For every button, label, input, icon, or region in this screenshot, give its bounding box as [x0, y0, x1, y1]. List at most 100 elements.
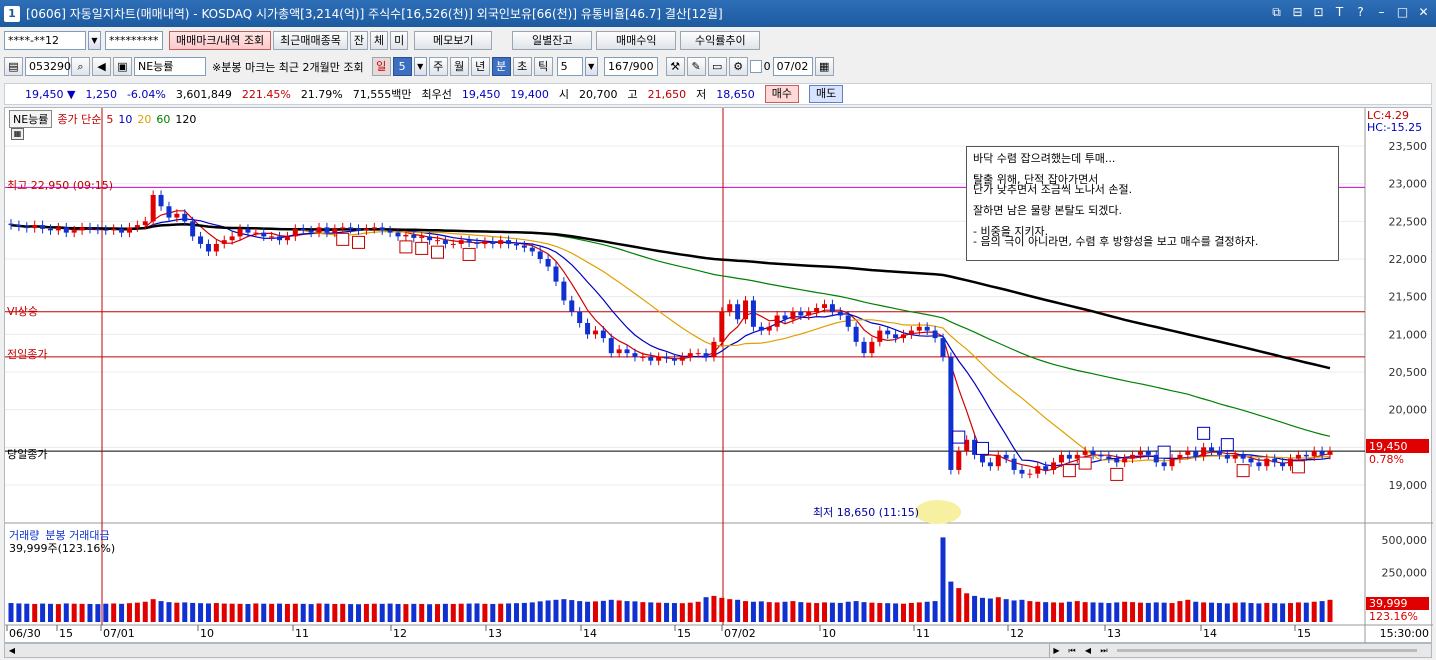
period-month-button[interactable]: 월 — [449, 57, 469, 76]
gear-icon[interactable]: ⚙ — [728, 57, 748, 76]
return-trend-button[interactable]: 수익률추이 — [680, 31, 761, 50]
candle — [1043, 466, 1049, 470]
volume-bar — [95, 604, 101, 622]
candle — [1027, 473, 1033, 475]
minimize-icon[interactable]: – — [1373, 4, 1390, 21]
unexecuted-button[interactable]: 미 — [390, 31, 409, 50]
search-icon[interactable]: ⌕ — [71, 57, 90, 76]
low-label: 저 — [696, 88, 707, 101]
prev-stock-icon[interactable]: ◀ — [92, 57, 111, 76]
period-week-button[interactable]: 주 — [428, 57, 448, 76]
data-table-icon[interactable]: ▦ — [11, 128, 24, 140]
maximize-icon[interactable]: □ — [1394, 4, 1411, 21]
candle — [664, 356, 670, 359]
volume-bar — [624, 601, 630, 622]
candle — [435, 240, 441, 242]
memo-view-button[interactable]: 메모보기 — [414, 31, 493, 50]
save-icon[interactable]: ▭ — [707, 57, 727, 76]
memo-box[interactable]: 바닥 수렴 잡으려했는데 투매... 탈출 위해, 단적 잡아가면서 단가 낮추… — [966, 146, 1339, 261]
period-value-button[interactable]: 5 — [392, 57, 412, 76]
price-tick: 22,500 — [1389, 215, 1428, 228]
volume-bar — [158, 601, 164, 622]
scroll-prev-icon[interactable]: ◀ — [1081, 644, 1095, 657]
legend-ma-5[interactable]: 5 — [106, 113, 113, 126]
scroll-right-icon[interactable]: ▶ — [1049, 644, 1063, 657]
count-input[interactable]: 167/900 — [603, 57, 658, 76]
stock-code-input[interactable]: 053290 — [25, 57, 71, 76]
legend-ma-60[interactable]: 60 — [156, 113, 170, 126]
draw-icon[interactable]: ✎ — [686, 57, 706, 76]
volume-bar — [1240, 602, 1246, 622]
date-checkbox[interactable] — [749, 60, 762, 73]
close-icon[interactable]: ✕ — [1415, 4, 1432, 21]
candle — [750, 300, 756, 327]
candle — [711, 341, 717, 357]
account-dropdown-icon[interactable]: ▼ — [88, 31, 101, 50]
daily-balance-button[interactable]: 일별잔고 — [512, 31, 593, 50]
candle — [727, 304, 733, 312]
stock-toolbar: ▤ 053290 ⌕ ◀ ▣ NE능률 ※분봉 마크는 최근 2개월만 조회 일… — [0, 57, 1436, 76]
period-dropdown-icon[interactable]: ▼ — [413, 57, 427, 76]
buy-button[interactable]: 매수 — [764, 85, 799, 103]
legend-ma-10[interactable]: 10 — [118, 113, 132, 126]
legend-ma-120[interactable]: 120 — [175, 113, 196, 126]
date-input[interactable]: 07/02 — [772, 57, 813, 76]
chart-scrollbar[interactable]: ◀ ▶ ⏮ ◀ ⏭ — [4, 643, 1432, 658]
help-icon[interactable]: ? — [1352, 4, 1369, 21]
interval-input[interactable]: 5 — [556, 57, 583, 76]
chart-tools-icon[interactable]: ⚒ — [665, 57, 685, 76]
interval-dropdown-icon[interactable]: ▼ — [584, 57, 598, 76]
volume-bar — [1153, 602, 1159, 622]
candle — [198, 236, 204, 244]
memo-line: 잘하면 남은 물량 본탈도 되겠다. — [973, 204, 1123, 217]
candle — [237, 228, 243, 237]
candle — [719, 311, 725, 342]
scroll-start-icon[interactable]: ⏮ — [1065, 644, 1079, 657]
candle — [1327, 451, 1333, 455]
memo-line: 바닥 수렴 잡으려했는데 투매... — [973, 152, 1116, 165]
period-tick-button[interactable]: 틱 — [533, 57, 553, 76]
volume-bar — [908, 602, 914, 622]
legend-stock-name[interactable]: NE능률 — [9, 110, 53, 128]
candle — [545, 259, 551, 267]
balance-button[interactable]: 잔 — [349, 31, 369, 50]
trade-profit-button[interactable]: 매매수익 — [596, 31, 677, 50]
volume-bar — [111, 603, 117, 622]
volume-tick: 500,000 — [1382, 534, 1428, 547]
password-input[interactable]: ********* — [105, 31, 163, 50]
x-tick-label: 07/02 — [724, 627, 756, 640]
volume-bar — [205, 603, 211, 622]
volume-bar — [735, 599, 741, 622]
trade-mark-query-button[interactable]: 매매마크/내역 조회 — [169, 31, 272, 50]
sell-button[interactable]: 매도 — [809, 85, 844, 103]
font-icon[interactable]: T — [1331, 4, 1348, 21]
volume-bar — [253, 603, 259, 622]
volume-bar — [427, 604, 433, 622]
period-minute-button[interactable]: 분 — [491, 57, 511, 76]
period-second-button[interactable]: 초 — [512, 57, 532, 76]
executed-button[interactable]: 체 — [370, 31, 389, 50]
candle — [1106, 456, 1112, 459]
link-window-icon[interactable]: ⊡ — [1310, 4, 1327, 21]
restore-window-icon[interactable]: ⧉ — [1268, 4, 1285, 21]
current-rate-tag-text: 0.78% — [1369, 453, 1404, 466]
scroll-left-icon[interactable]: ◀ — [5, 644, 19, 657]
volume-bar — [616, 600, 622, 622]
volume-bar — [1114, 602, 1120, 622]
legend-ma-20[interactable]: 20 — [137, 113, 151, 126]
mark-icon[interactable]: ▣ — [113, 57, 132, 76]
tile-window-icon[interactable]: ⊟ — [1289, 4, 1306, 21]
period-day-button[interactable]: 일 — [371, 57, 391, 76]
period-year-button[interactable]: 년 — [470, 57, 490, 76]
stock-list-icon[interactable]: ▤ — [4, 57, 23, 76]
calendar-icon[interactable]: ▦ — [814, 57, 834, 76]
volume-bar — [1272, 603, 1278, 622]
zoom-slider[interactable] — [1117, 649, 1417, 652]
volume-bar — [592, 601, 598, 622]
high-price: 21,650 — [647, 87, 687, 101]
volume-bar — [845, 601, 851, 622]
account-input[interactable]: ****-**12 — [4, 31, 86, 50]
scroll-end-icon[interactable]: ⏭ — [1097, 644, 1111, 657]
recent-trades-button[interactable]: 최근매매종목 — [273, 31, 348, 50]
candle — [703, 353, 709, 357]
